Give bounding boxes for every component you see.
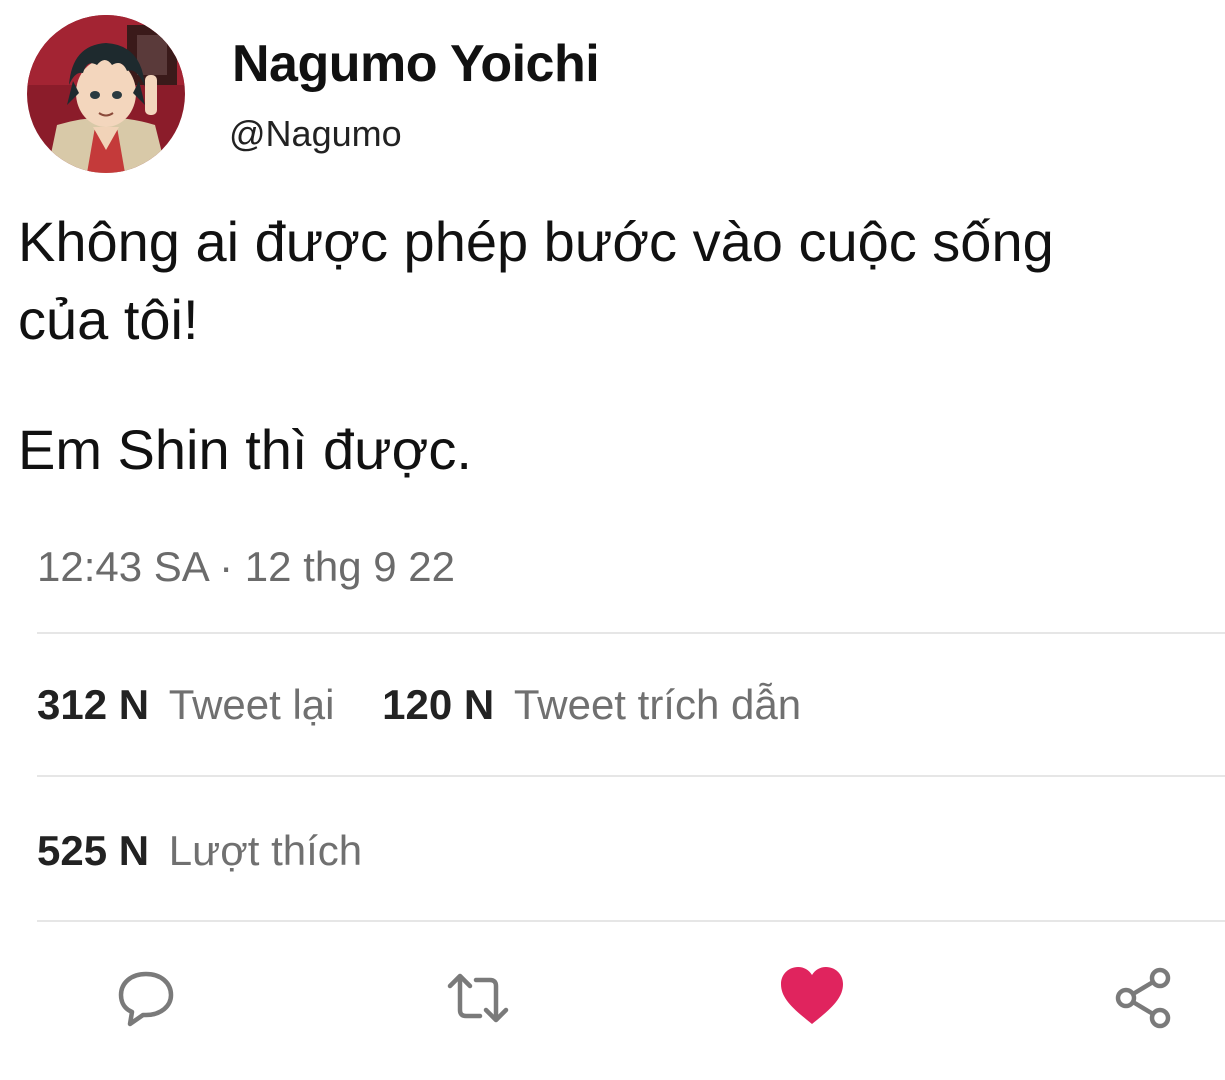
- tweet-text-line: của tôi!: [18, 288, 199, 351]
- like-button[interactable]: [778, 962, 846, 1030]
- quotes-count: 120 N: [382, 681, 495, 728]
- heart-icon: [781, 967, 843, 1024]
- retweet-icon: [447, 973, 509, 1023]
- likes-label: Lượt thích: [168, 827, 363, 874]
- retweets-stat[interactable]: 312 N Tweet lại: [37, 681, 346, 728]
- share-button[interactable]: [1112, 966, 1176, 1030]
- stats-row-retweets: 312 N Tweet lại 120 N Tweet trích dẫn: [37, 679, 801, 731]
- speech-bubble-icon: [118, 971, 174, 1027]
- tweet-text-line: Không ai được phép bước vào cuộc sống: [18, 210, 1054, 273]
- retweets-label: Tweet lại: [168, 681, 335, 728]
- tweet-timestamp[interactable]: 12:43 SA · 12 thg 9 22: [37, 541, 455, 593]
- tweet-text-line: Em Shin thì được.: [18, 418, 472, 481]
- divider: [37, 775, 1225, 777]
- tweet-text: Không ai được phép bước vào cuộc sống củ…: [18, 203, 1208, 489]
- likes-count: 525 N: [37, 827, 150, 874]
- divider: [37, 632, 1225, 634]
- user-handle[interactable]: @Nagumo: [229, 112, 402, 156]
- display-name[interactable]: Nagumo Yoichi: [232, 33, 600, 95]
- divider: [37, 920, 1225, 922]
- retweets-count: 312 N: [37, 681, 150, 728]
- reply-button[interactable]: [114, 966, 178, 1030]
- share-icon: [1115, 967, 1171, 1029]
- quotes-label: Tweet trích dẫn: [513, 681, 802, 728]
- stats-row-likes[interactable]: 525 N Lượt thích: [37, 825, 362, 877]
- retweet-button[interactable]: [446, 966, 510, 1030]
- avatar[interactable]: [27, 15, 185, 173]
- quotes-stat[interactable]: 120 N Tweet trích dẫn: [382, 681, 801, 728]
